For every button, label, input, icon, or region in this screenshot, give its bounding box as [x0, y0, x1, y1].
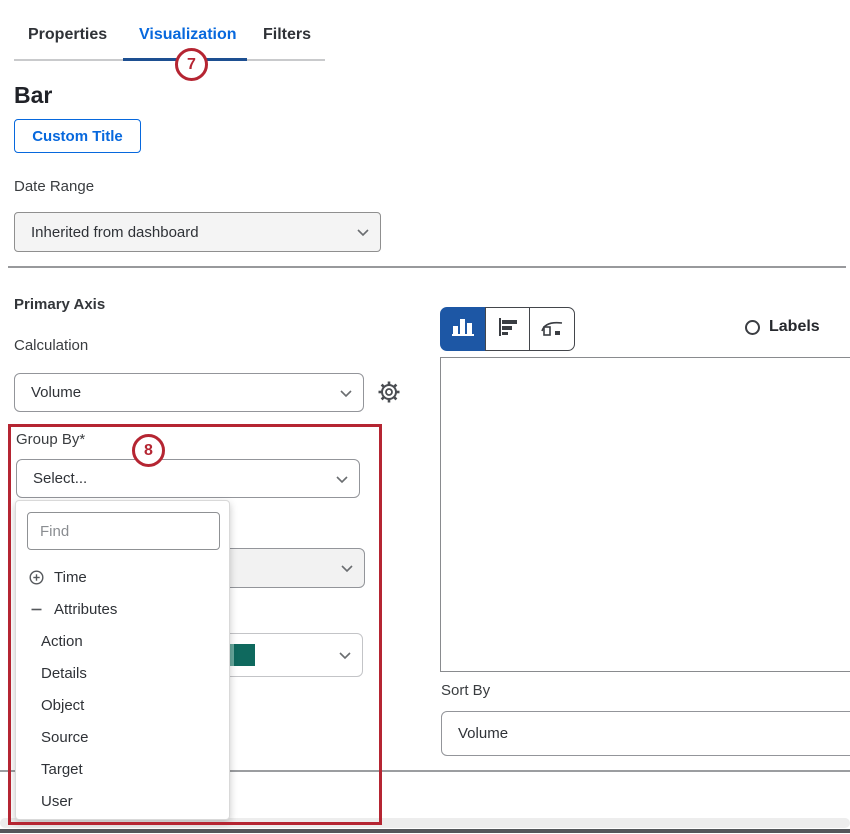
- sort-by-dropdown[interactable]: Volume: [441, 711, 850, 756]
- date-range-dropdown[interactable]: Inherited from dashboard: [14, 212, 381, 252]
- dropdown-item-label: Target: [41, 761, 83, 778]
- dropdown-item-object[interactable]: Object: [16, 689, 229, 721]
- dropdown-item-time[interactable]: Time: [16, 561, 229, 593]
- group-by-select[interactable]: Select...: [16, 459, 360, 498]
- calculation-label: Calculation: [14, 337, 88, 354]
- date-range-label: Date Range: [14, 178, 94, 195]
- dropdown-item-label: Details: [41, 665, 87, 682]
- labels-toggle[interactable]: Labels: [745, 318, 820, 336]
- tab-properties[interactable]: Properties: [28, 26, 107, 44]
- page-title: Bar: [14, 82, 52, 109]
- custom-title-button[interactable]: Custom Title: [14, 119, 141, 153]
- tab-visualization[interactable]: Visualization: [139, 26, 237, 44]
- labels-radio-icon[interactable]: [745, 320, 760, 335]
- pareto-chart-icon: [540, 317, 564, 342]
- pane-bottom-edge: [0, 829, 850, 833]
- dropdown-item-label: Attributes: [54, 601, 117, 618]
- group-by-label: Group By*: [16, 431, 85, 448]
- chart-type-horizontal-bar-button[interactable]: [485, 307, 531, 351]
- chevron-down-icon: [341, 560, 353, 577]
- chart-type-pareto-button[interactable]: [529, 307, 575, 351]
- primary-axis-heading: Primary Axis: [14, 296, 105, 313]
- dropdown-item-target[interactable]: Target: [16, 753, 229, 785]
- dropdown-item-details[interactable]: Details: [16, 657, 229, 689]
- horizontal-bar-chart-icon: [497, 317, 519, 342]
- expand-icon[interactable]: [29, 570, 44, 585]
- calculation-dropdown[interactable]: Volume: [14, 373, 364, 412]
- annotation-step-7: 7: [175, 48, 208, 81]
- vertical-bar-chart-icon: [451, 316, 475, 342]
- chevron-down-icon: [357, 224, 369, 241]
- find-input[interactable]: [27, 512, 220, 550]
- dropdown-item-label: User: [41, 793, 73, 810]
- section-divider: [8, 266, 846, 268]
- calculation-value: Volume: [31, 384, 81, 401]
- dropdown-item-source[interactable]: Source: [16, 721, 229, 753]
- chevron-down-icon: [336, 470, 348, 487]
- gear-icon[interactable]: [377, 380, 401, 404]
- sort-by-value: Volume: [458, 725, 508, 742]
- chart-type-vertical-bar-button[interactable]: [440, 307, 486, 351]
- dropdown-item-label: Source: [41, 729, 89, 746]
- date-range-value: Inherited from dashboard: [31, 224, 199, 241]
- group-by-dropdown-panel: Time Attributes Action Details Object So…: [15, 500, 230, 820]
- dropdown-item-list: Time Attributes Action Details Object So…: [16, 561, 229, 817]
- visualization-settings-panel: Properties Visualization Filters 7 Bar C…: [0, 0, 850, 834]
- dropdown-item-label: Action: [41, 633, 83, 650]
- palette-swatch-dark-teal: [234, 644, 255, 666]
- chevron-down-icon: [339, 647, 351, 664]
- dropdown-item-user[interactable]: User: [16, 785, 229, 817]
- sort-by-label: Sort By: [441, 682, 490, 699]
- dropdown-item-label: Time: [54, 569, 87, 586]
- chevron-down-icon: [340, 384, 352, 401]
- collapse-icon[interactable]: [29, 602, 44, 617]
- dropdown-item-label: Object: [41, 697, 84, 714]
- labels-radio-label: Labels: [769, 318, 820, 336]
- dropdown-item-action[interactable]: Action: [16, 625, 229, 657]
- group-by-value: Select...: [33, 470, 87, 487]
- dropdown-item-attributes[interactable]: Attributes: [16, 593, 229, 625]
- chart-type-selector: [440, 307, 575, 351]
- chart-preview-area: [440, 357, 850, 672]
- tab-filters[interactable]: Filters: [263, 26, 311, 44]
- annotation-step-8: 8: [132, 434, 165, 467]
